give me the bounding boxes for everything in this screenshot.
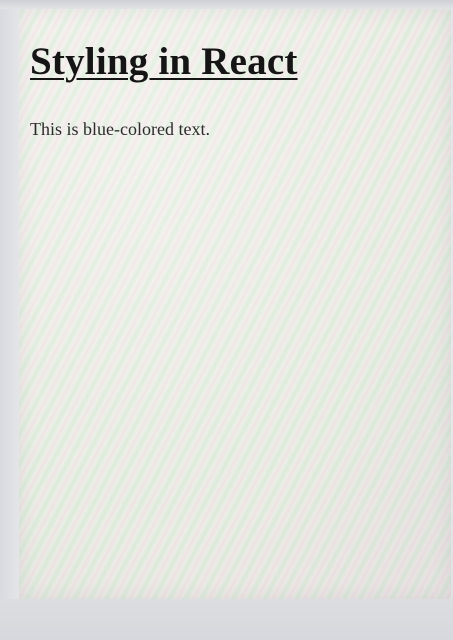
page-heading: Styling in React [30, 40, 298, 83]
screen-bezel-left [0, 9, 19, 599]
browser-viewport: Styling in React This is blue-colored te… [19, 9, 451, 599]
screen-bezel-bottom [0, 599, 453, 640]
screen-bezel-top [0, 0, 453, 9]
styled-paragraph: This is blue-colored text. [30, 119, 210, 139]
